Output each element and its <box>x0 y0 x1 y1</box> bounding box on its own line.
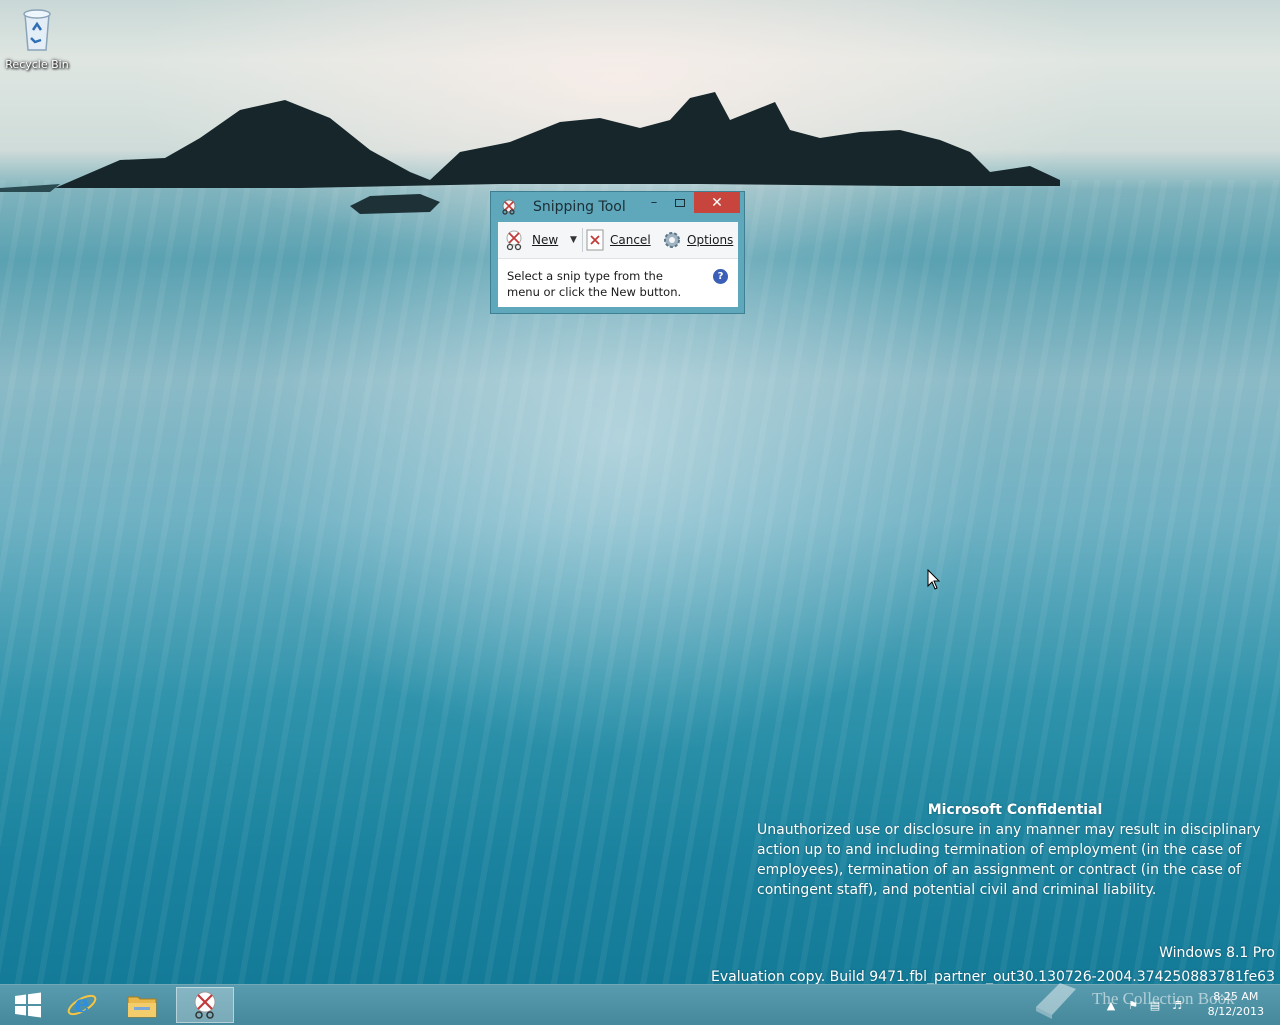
confidential-body: Unauthorized use or disclosure in any ma… <box>757 822 1261 898</box>
options-button[interactable]: Options <box>661 229 733 251</box>
confidential-notice: Microsoft Confidential Unauthorized use … <box>757 800 1273 900</box>
new-snip-icon <box>506 230 522 251</box>
confidential-heading: Microsoft Confidential <box>927 802 1103 818</box>
options-label: Options <box>687 233 734 247</box>
minimize-icon: – <box>650 195 658 210</box>
cancel-label: Cancel <box>610 233 651 247</box>
message-area: Select a snip type from the menu or clic… <box>498 259 738 307</box>
window-title: Snipping Tool <box>533 199 626 215</box>
recycle-bin-icon <box>23 9 51 51</box>
help-icon[interactable]: ? <box>713 269 728 284</box>
watermark-text: The Collection Book <box>1092 989 1235 1008</box>
cancel-button[interactable]: Cancel <box>586 229 651 251</box>
recycle-bin[interactable]: Recycle Bin <box>4 6 70 71</box>
close-icon: ✕ <box>711 194 723 211</box>
new-dropdown-arrow[interactable]: ▼ <box>570 235 577 245</box>
file-explorer-button[interactable] <box>114 987 170 1023</box>
snipping-tool-icon <box>502 199 516 215</box>
minimize-button[interactable]: – <box>641 192 667 213</box>
new-label: New <box>532 233 559 247</box>
maximize-button[interactable] <box>667 192 693 213</box>
internet-explorer-icon: e <box>67 989 97 1018</box>
start-button[interactable] <box>0 987 56 1023</box>
toolbar-separator <box>582 228 583 252</box>
folder-icon <box>127 996 157 1018</box>
windows-edition: Windows 8.1 Pro <box>1159 945 1275 961</box>
close-button[interactable]: ✕ <box>694 192 740 213</box>
toolbar: New ▼ Cancel Options <box>498 222 738 259</box>
svg-text:e: e <box>74 989 89 1018</box>
recycle-bin-label: Recycle Bin <box>5 58 69 71</box>
maximize-icon <box>675 198 685 207</box>
gear-icon <box>664 232 680 248</box>
instruction-message: Select a snip type from the menu or clic… <box>507 269 682 299</box>
snipping-tool-window[interactable]: Snipping Tool – ✕ New ▼ Cancel Options S… <box>490 191 745 314</box>
snipping-tool-taskbar-icon <box>194 991 216 1019</box>
internet-explorer-button[interactable]: e <box>54 987 110 1023</box>
collection-book-watermark: The Collection Book <box>1030 975 1235 1023</box>
title-bar[interactable]: Snipping Tool – ✕ <box>491 192 744 222</box>
desktop-background: Recycle Bin Snipping Tool – ✕ New ▼ Canc… <box>0 0 1280 984</box>
book-icon <box>1036 983 1076 1019</box>
snipping-tool-taskbar-button[interactable] <box>176 987 234 1023</box>
new-button[interactable]: New <box>504 229 558 251</box>
windows-logo-icon <box>15 992 41 1018</box>
cancel-icon <box>586 229 604 251</box>
mouse-cursor-icon <box>927 569 941 590</box>
